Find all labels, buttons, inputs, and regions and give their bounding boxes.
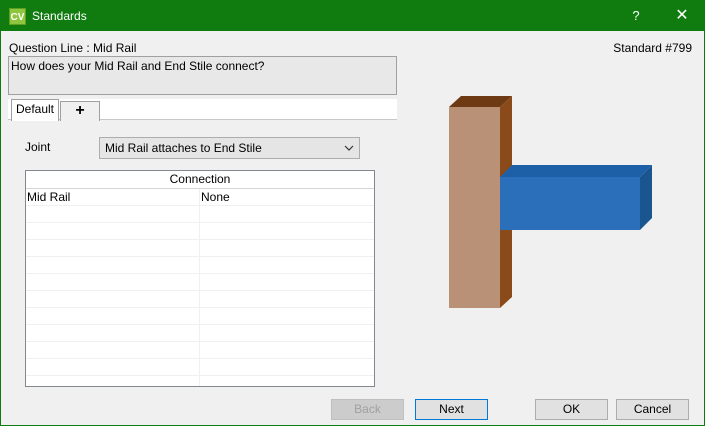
standards-window: CV Standards ? ✕ Question Line : Mid Rai… bbox=[0, 0, 705, 426]
joint-preview-diagram bbox=[441, 91, 661, 316]
grid-cell-empty bbox=[26, 376, 200, 386]
table-row bbox=[26, 342, 374, 359]
table-row bbox=[26, 240, 374, 257]
help-button[interactable]: ? bbox=[613, 1, 659, 31]
grid-cell-empty bbox=[26, 223, 200, 240]
grid-cell-empty bbox=[200, 223, 374, 240]
table-row bbox=[26, 206, 374, 223]
joint-dropdown-value: Mid Rail attaches to End Stile bbox=[105, 141, 262, 155]
grid-cell-empty bbox=[200, 257, 374, 274]
table-row bbox=[26, 291, 374, 308]
grid-cell-empty bbox=[200, 240, 374, 257]
title-bar: CV Standards ? ✕ bbox=[1, 1, 704, 31]
grid-cell-empty bbox=[26, 342, 200, 359]
grid-cell-empty bbox=[200, 342, 374, 359]
question-line-label: Question Line : Mid Rail bbox=[9, 41, 137, 55]
standard-number: Standard #799 bbox=[613, 41, 692, 55]
table-row bbox=[26, 257, 374, 274]
grid-cell-empty bbox=[200, 206, 374, 223]
grid-cell-empty bbox=[200, 308, 374, 325]
grid-cell-empty bbox=[26, 274, 200, 291]
chevron-down-icon bbox=[344, 138, 354, 166]
grid-cell-empty bbox=[26, 206, 200, 223]
grid-cell-empty bbox=[26, 308, 200, 325]
close-button[interactable]: ✕ bbox=[659, 1, 705, 31]
table-row bbox=[26, 223, 374, 240]
grid-cell-empty bbox=[26, 291, 200, 308]
rail-top-face bbox=[500, 165, 652, 177]
table-row bbox=[26, 359, 374, 376]
grid-cell-empty bbox=[200, 376, 374, 386]
tab-bar: Default + bbox=[8, 99, 397, 121]
table-row bbox=[26, 308, 374, 325]
table-row bbox=[26, 325, 374, 342]
rail-front-face bbox=[500, 177, 640, 230]
grid-cell-empty bbox=[200, 274, 374, 291]
grid-cell-part[interactable]: Mid Rail bbox=[26, 189, 200, 206]
grid-cell-empty bbox=[26, 257, 200, 274]
table-row bbox=[26, 376, 374, 386]
back-button[interactable]: Back bbox=[331, 399, 404, 420]
grid-cell-connection[interactable]: None bbox=[200, 189, 374, 206]
grid-cell-empty bbox=[200, 325, 374, 342]
grid-header-connection: Connection bbox=[26, 171, 374, 189]
tab-default[interactable]: Default bbox=[11, 99, 59, 121]
add-tab-button[interactable]: + bbox=[60, 101, 100, 121]
grid-cell-empty bbox=[26, 325, 200, 342]
connection-grid[interactable]: Connection Mid Rail None bbox=[25, 170, 375, 387]
table-row[interactable]: Mid Rail None bbox=[26, 189, 374, 206]
grid-cell-empty bbox=[26, 240, 200, 257]
question-text-box: How does your Mid Rail and End Stile con… bbox=[8, 56, 397, 95]
stile-front-face bbox=[449, 107, 500, 308]
next-button[interactable]: Next bbox=[415, 399, 488, 420]
window-title: Standards bbox=[32, 9, 87, 23]
joint-label: Joint bbox=[25, 140, 51, 154]
table-row bbox=[26, 274, 374, 291]
grid-cell-empty bbox=[200, 359, 374, 376]
grid-cell-empty bbox=[200, 291, 374, 308]
ok-button[interactable]: OK bbox=[535, 399, 608, 420]
cancel-button[interactable]: Cancel bbox=[616, 399, 689, 420]
app-logo-icon: CV bbox=[9, 8, 26, 25]
grid-cell-empty bbox=[26, 359, 200, 376]
joint-dropdown[interactable]: Mid Rail attaches to End Stile bbox=[99, 137, 360, 159]
